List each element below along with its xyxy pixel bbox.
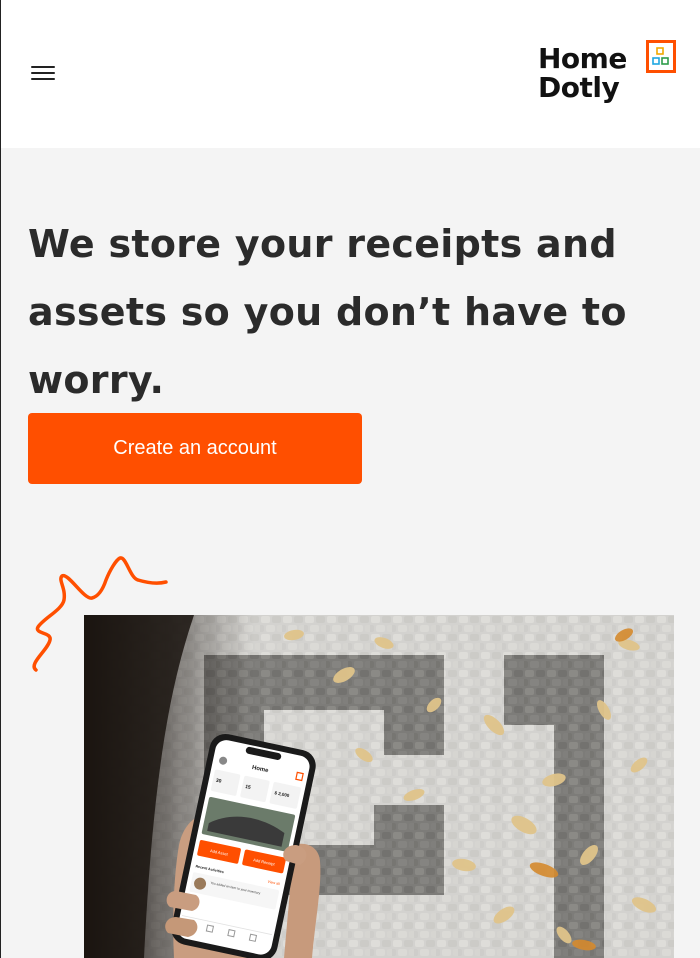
logo-line-2: Dotly	[538, 71, 620, 104]
menu-line	[31, 72, 55, 74]
hamburger-menu-icon[interactable]	[31, 64, 57, 82]
site-header: Home Dotly	[1, 0, 700, 148]
create-account-button[interactable]: Create an account	[28, 413, 362, 484]
menu-line	[31, 78, 55, 80]
hero-headline-line: assets so you don’t have to	[28, 290, 627, 334]
hero-headline: We store your receipts and assets so you…	[28, 210, 668, 414]
logo-line-1: Home	[538, 42, 627, 75]
hand-holding-phone-image: Home 30 15 $ 2,000 Add Asset Add Receipt	[84, 615, 674, 958]
hero-headline-line: We store your receipts and	[28, 222, 617, 266]
page: Home Dotly We store your receipts and as…	[0, 0, 700, 958]
brand-logo[interactable]: Home Dotly	[538, 40, 678, 110]
hero-photo: Home 30 15 $ 2,000 Add Asset Add Receipt	[84, 615, 674, 958]
house-window-icon	[646, 40, 676, 73]
menu-line	[31, 66, 55, 68]
hero-headline-line: worry.	[28, 358, 165, 402]
logo-wordmark: Home Dotly	[538, 44, 627, 102]
